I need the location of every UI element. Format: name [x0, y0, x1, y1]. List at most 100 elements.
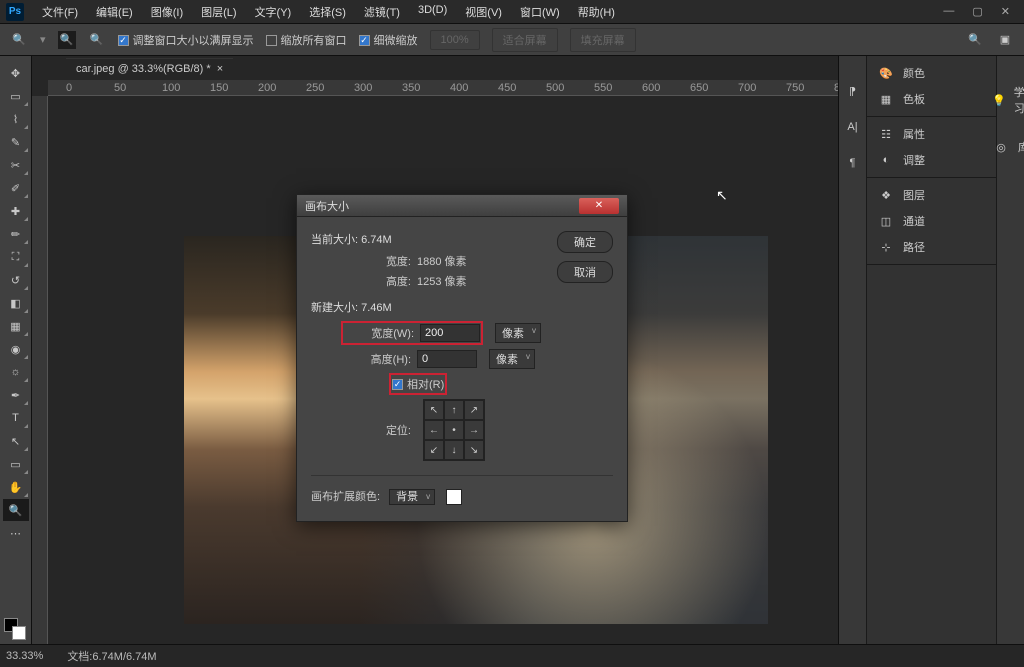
edit-toolbar[interactable]: ⋯ — [3, 522, 29, 544]
bulb-icon: 💡 — [992, 91, 1006, 109]
sliders-icon: ☷ — [877, 125, 895, 143]
search-icon[interactable]: 🔍 — [966, 31, 984, 49]
menu-3d[interactable]: 3D(D) — [410, 1, 455, 23]
zoom-level[interactable]: 33.33% — [6, 650, 43, 662]
quick-select-tool[interactable]: ✎ — [3, 131, 29, 153]
hand-tool[interactable]: ✋ — [3, 476, 29, 498]
width-highlight: 宽度(W): — [341, 321, 483, 345]
resize-to-fit-option[interactable]: 调整窗口大小以满屏显示 — [118, 32, 254, 48]
panel-properties[interactable]: ☷属性 — [867, 121, 996, 147]
zoom-in-icon[interactable]: 🔍 — [58, 31, 76, 49]
history-brush-tool[interactable]: ↺ — [3, 269, 29, 291]
height-input[interactable] — [417, 350, 477, 368]
crop-tool[interactable]: ✂ — [3, 154, 29, 176]
current-width-value: 1880 像素 — [417, 253, 467, 269]
panel-adjustments[interactable]: ◐调整 — [867, 147, 996, 173]
ext-color-swatch[interactable] — [446, 489, 462, 505]
zoom-tool-icon[interactable]: 🔍 — [10, 31, 28, 49]
glyph-panel-icon[interactable]: ¶ — [844, 154, 862, 172]
circle-half-icon: ◐ — [877, 151, 895, 169]
workspace-icon[interactable]: ▣ — [996, 31, 1014, 49]
scale-all-option[interactable]: 缩放所有窗口 — [266, 32, 347, 48]
panel-channels[interactable]: ◫通道 — [867, 208, 996, 234]
gradient-tool[interactable]: ▦ — [3, 315, 29, 337]
height-unit-select[interactable]: 像素 — [489, 349, 535, 369]
relative-highlight: 相对(R) — [389, 373, 447, 395]
paths-icon: ⊹ — [877, 238, 895, 256]
scrubby-zoom-option[interactable]: 细微缩放 — [359, 32, 418, 48]
panel-learn[interactable]: 💡学习 — [988, 82, 1024, 118]
zoom-out-icon[interactable]: 🔍 — [88, 31, 106, 49]
healing-tool[interactable]: ✚ — [3, 200, 29, 222]
path-select-tool[interactable]: ↖ — [3, 430, 29, 452]
current-height-value: 1253 像素 — [417, 273, 467, 289]
eraser-tool[interactable]: ◧ — [3, 292, 29, 314]
panel-layers[interactable]: ❖图层 — [867, 182, 996, 208]
move-tool[interactable]: ✥ — [3, 62, 29, 84]
dialog-titlebar[interactable]: 画布大小 ✕ — [297, 195, 627, 217]
tool-palette: ✥ ▭ ⌇ ✎ ✂ ✐ ✚ ✏ ⛶ ↺ ◧ ▦ ◉ ☼ ✒ T ↖ ▭ ✋ 🔍 … — [0, 56, 32, 644]
shape-tool[interactable]: ▭ — [3, 453, 29, 475]
cancel-button[interactable]: 取消 — [557, 261, 613, 283]
app-logo: Ps — [6, 3, 24, 21]
dialog-title: 画布大小 — [305, 198, 349, 214]
menu-bar: 文件(F) 编辑(E) 图像(I) 图层(L) 文字(Y) 选择(S) 滤镜(T… — [34, 1, 623, 23]
ok-button[interactable]: 确定 — [557, 231, 613, 253]
menu-view[interactable]: 视图(V) — [457, 1, 510, 23]
type-tool[interactable]: T — [3, 407, 29, 429]
menu-select[interactable]: 选择(S) — [301, 1, 354, 23]
new-size-label: 新建大小: 7.46M — [311, 299, 613, 315]
brush-tool[interactable]: ✏ — [3, 223, 29, 245]
fill-screen-button[interactable]: 填充屏幕 — [570, 28, 636, 52]
channels-icon: ◫ — [877, 212, 895, 230]
layers-icon: ❖ — [877, 186, 895, 204]
eyedropper-tool[interactable]: ✐ — [3, 177, 29, 199]
window-maximize-icon[interactable]: ▢ — [972, 5, 982, 18]
window-minimize-icon[interactable]: — — [943, 5, 954, 18]
fit-screen-button[interactable]: 适合屏幕 — [492, 28, 558, 52]
zoom-tool[interactable]: 🔍 — [3, 499, 29, 521]
status-bar: 33.33% 文档:6.74M/6.74M — [0, 644, 1024, 667]
paragraph-panel-icon[interactable]: A| — [844, 118, 862, 136]
current-width-label: 宽度: — [341, 253, 411, 269]
doc-size[interactable]: 文档:6.74M/6.74M — [67, 648, 156, 664]
ext-color-select[interactable]: 背景 — [389, 489, 435, 505]
anchor-label: 定位: — [341, 422, 411, 438]
cloud-icon: ◎ — [992, 138, 1010, 156]
grid-icon: ▦ — [877, 90, 895, 108]
lasso-tool[interactable]: ⌇ — [3, 108, 29, 130]
relative-checkbox[interactable] — [392, 379, 403, 390]
document-tab[interactable]: car.jpeg @ 33.3%(RGB/8) * × — [66, 58, 233, 79]
palette-icon: 🎨 — [877, 64, 895, 82]
window-close-icon[interactable]: ✕ — [1001, 5, 1010, 18]
pen-tool[interactable]: ✒ — [3, 384, 29, 406]
menu-edit[interactable]: 编辑(E) — [88, 1, 141, 23]
panel-libraries[interactable]: ◎库 — [988, 136, 1024, 158]
ruler-horizontal: 0501001502002503003504004505005506006507… — [48, 80, 838, 96]
blur-tool[interactable]: ◉ — [3, 338, 29, 360]
width-unit-select[interactable]: 像素 — [495, 323, 541, 343]
ext-color-label: 画布扩展颜色: — [311, 491, 380, 503]
menu-window[interactable]: 窗口(W) — [512, 1, 568, 23]
marquee-tool[interactable]: ▭ — [3, 85, 29, 107]
menu-filter[interactable]: 滤镜(T) — [356, 1, 408, 23]
anchor-grid[interactable]: ↖↑↗←•→↙↓↘ — [423, 399, 485, 461]
color-swatches[interactable] — [4, 618, 26, 640]
menu-layer[interactable]: 图层(L) — [193, 1, 244, 23]
dialog-close-button[interactable]: ✕ — [579, 198, 619, 214]
panel-paths[interactable]: ⊹路径 — [867, 234, 996, 260]
zoom-100-button: 100% — [430, 30, 480, 50]
width-input[interactable] — [420, 324, 480, 342]
menu-file[interactable]: 文件(F) — [34, 1, 86, 23]
panel-color[interactable]: 🎨颜色 — [867, 60, 996, 86]
relative-label: 相对(R) — [407, 376, 444, 392]
menu-type[interactable]: 文字(Y) — [247, 1, 300, 23]
stamp-tool[interactable]: ⛶ — [3, 246, 29, 268]
height-label: 高度(H): — [341, 351, 411, 367]
character-panel-icon[interactable]: ⁋ — [844, 82, 862, 100]
current-height-label: 高度: — [341, 273, 411, 289]
panel-swatches[interactable]: ▦色板 — [867, 86, 996, 112]
menu-image[interactable]: 图像(I) — [143, 1, 191, 23]
dodge-tool[interactable]: ☼ — [3, 361, 29, 383]
menu-help[interactable]: 帮助(H) — [570, 1, 623, 23]
